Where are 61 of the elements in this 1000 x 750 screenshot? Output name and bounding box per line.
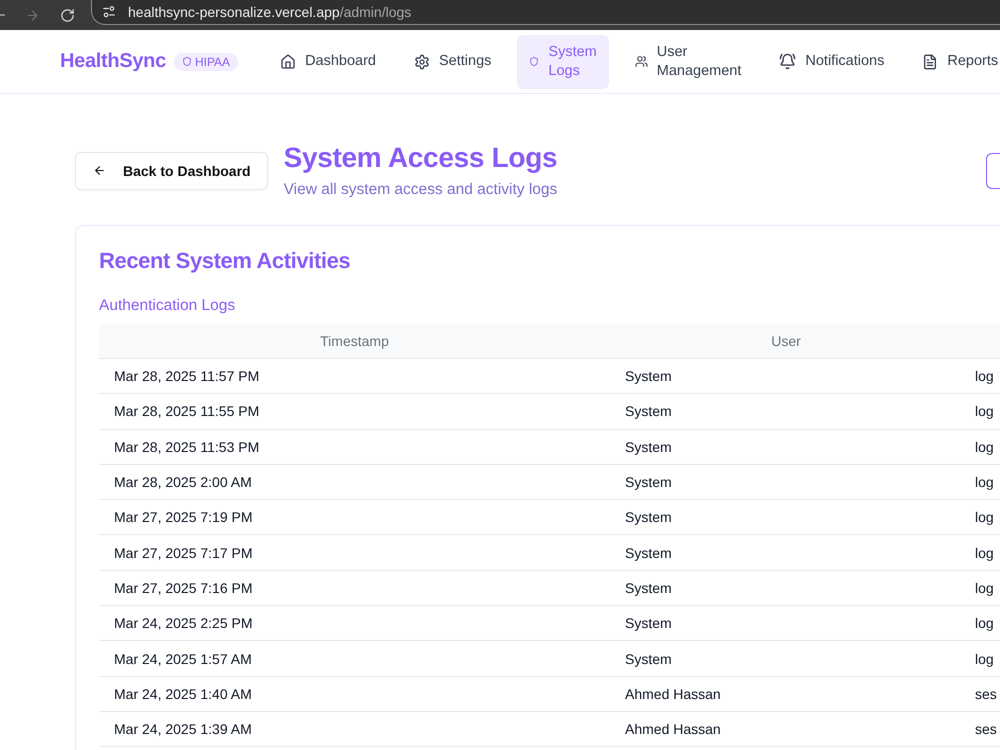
- nav-tab[interactable]: Reports: [910, 44, 1000, 79]
- gear-icon: [414, 54, 430, 70]
- back-button[interactable]: Back to Dashboard: [75, 152, 268, 190]
- nav-tab[interactable]: Settings: [402, 44, 504, 79]
- nav-tab[interactable]: Notifications: [767, 44, 896, 79]
- table-cell: log: [975, 403, 994, 420]
- arrow-left-icon: [93, 164, 106, 177]
- section-heading: Authentication Logs: [99, 296, 236, 316]
- table-cell: ses: [975, 686, 997, 702]
- table-cell: Mar 28, 2025 11:57 PM: [114, 368, 260, 384]
- nav-tab[interactable]: Dashboard: [268, 44, 388, 79]
- house-icon: [280, 54, 296, 70]
- page-title: System Access Logs: [284, 141, 558, 175]
- table-cell: Mar 27, 2025 7:19 PM: [114, 509, 253, 526]
- table-cell: Mar 24, 2025 1:39 AM: [114, 721, 252, 738]
- nav-tab[interactable]: User Management: [622, 34, 754, 88]
- brand-logo[interactable]: HealthSync: [60, 50, 166, 73]
- bell-icon: [779, 53, 796, 70]
- column-header: User: [770, 333, 802, 349]
- address-bar[interactable]: healthsync-personalize.vercel.app/admin/logs: [91, 0, 1000, 25]
- table-cell: Mar 28, 2025 2:00 AM: [114, 474, 252, 490]
- shield-icon: [182, 56, 192, 67]
- table-cell: log: [975, 509, 994, 526]
- reload-icon[interactable]: [60, 8, 75, 22]
- table-cell: System: [625, 403, 672, 420]
- badge-label: HIPAA: [194, 54, 230, 68]
- table-cell: System: [625, 509, 672, 526]
- card-title: Recent System Activities: [99, 247, 352, 275]
- shield-icon: [529, 56, 540, 67]
- table-cell: log: [975, 474, 994, 490]
- table-cell: ses: [975, 721, 997, 738]
- table-cell: log: [975, 580, 994, 596]
- table-cell: System: [625, 474, 672, 490]
- table-cell: log: [975, 544, 994, 561]
- table-cell: Mar 28, 2025 11:53 PM: [114, 438, 260, 455]
- url-text: healthsync-personalize.vercel.app/admin/logs: [128, 4, 412, 20]
- table-cell: Mar 27, 2025 7:16 PM: [114, 580, 253, 596]
- cut-off-button[interactable]: [986, 152, 1000, 188]
- table-cell: Mar 27, 2025 7:17 PM: [114, 544, 253, 561]
- table-cell: Mar 28, 2025 11:55 PM: [114, 403, 260, 420]
- table-cell: System: [625, 368, 672, 384]
- document-icon: [922, 54, 938, 70]
- table-cell: Mar 24, 2025 1:57 AM: [114, 650, 252, 667]
- table-cell: Ahmed Hassan: [625, 721, 721, 738]
- table-cell: log: [975, 438, 994, 455]
- column-header: Timestamp: [319, 333, 390, 349]
- page-subtitle: View all system access and activity logs: [284, 180, 558, 200]
- table-cell: System: [625, 544, 672, 561]
- table-cell: log: [975, 368, 994, 384]
- users-icon: [634, 55, 648, 68]
- table-cell: System: [625, 650, 672, 667]
- table-cell: log: [975, 615, 994, 632]
- table-cell: log: [975, 650, 994, 667]
- table-cell: Mar 24, 2025 2:25 PM: [114, 615, 253, 632]
- nav-tab[interactable]: System Logs: [517, 34, 609, 88]
- tune-icon[interactable]: [102, 5, 116, 19]
- table-cell: System: [625, 438, 672, 455]
- table-cell: Mar 24, 2025 1:40 AM: [114, 686, 252, 702]
- table-cell: System: [625, 580, 672, 596]
- table-cell: Ahmed Hassan: [625, 686, 721, 702]
- table-cell: System: [625, 615, 672, 632]
